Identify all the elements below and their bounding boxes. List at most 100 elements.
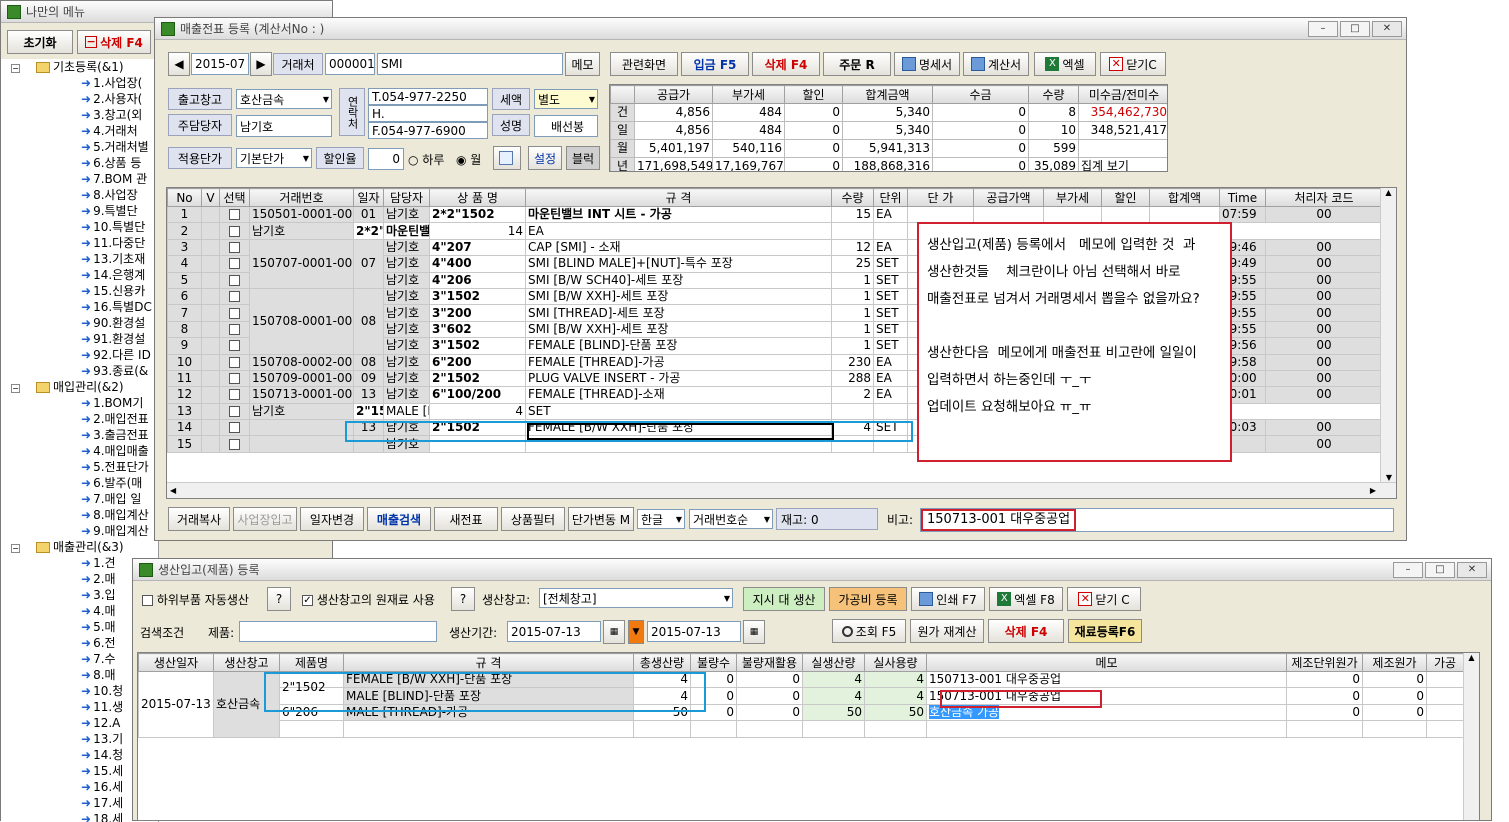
cell-prod[interactable]: 4"206 xyxy=(429,271,526,289)
cell-code[interactable]: 00 xyxy=(1265,271,1383,289)
help-button-2[interactable]: ? xyxy=(451,587,475,611)
cell-code[interactable]: 00 xyxy=(1265,386,1383,404)
tree-folder[interactable]: − 매입관리(&2) xyxy=(1,379,158,395)
cell-code[interactable]: 00 xyxy=(1265,304,1383,322)
cell-code[interactable]: 00 xyxy=(1265,435,1383,453)
row-checkbox[interactable] xyxy=(229,209,240,221)
cell-qty[interactable]: 4 xyxy=(429,402,526,421)
cell-qty[interactable]: 12 xyxy=(831,238,874,257)
grid-header[interactable]: 처리자 코드 xyxy=(1265,188,1383,207)
cell-spec[interactable]: 마운틴밸브 INT 시트 - 가공 xyxy=(525,205,832,224)
prod-grid-header[interactable]: 생산일자 xyxy=(138,653,214,672)
cell-v[interactable] xyxy=(201,304,220,322)
cell-no[interactable]: 4 xyxy=(167,255,202,273)
cell-day[interactable]: 08 xyxy=(353,287,384,355)
cell-empty[interactable] xyxy=(831,222,874,240)
cell-no[interactable]: 14 xyxy=(167,419,202,437)
cell-no[interactable]: 15 xyxy=(167,435,202,453)
prod-grid-header[interactable]: 실사용량 xyxy=(864,653,927,672)
table-row[interactable] xyxy=(139,720,1464,738)
prod-grid-header[interactable]: 메모 xyxy=(926,653,1287,672)
cell-code[interactable]: 00 xyxy=(1265,369,1383,388)
grid-header[interactable]: 공급가액 xyxy=(973,188,1044,207)
month-field[interactable]: 2015-07 xyxy=(191,53,249,75)
cell-select[interactable] xyxy=(219,271,250,289)
cell-mgr[interactable]: 남기호 xyxy=(383,287,430,306)
cell-empty[interactable] xyxy=(1426,703,1464,722)
cell-qty[interactable]: 1 xyxy=(831,337,874,355)
cell-no[interactable]: 11 xyxy=(167,369,202,388)
cell-v[interactable] xyxy=(201,386,220,404)
cell-spec[interactable]: SMI [BLIND MALE]+[NUT]-특수 포장 xyxy=(525,255,832,273)
grid-header[interactable]: No xyxy=(167,188,202,207)
cell-no[interactable]: 7 xyxy=(167,304,202,322)
cell-code[interactable]: 00 xyxy=(1265,320,1383,339)
row-checkbox[interactable] xyxy=(229,291,240,303)
cell-code[interactable]: 00 xyxy=(1265,287,1383,306)
warehouse-select[interactable]: 호산금속 xyxy=(236,89,332,109)
delete-slip-button[interactable]: 삭제 F4 xyxy=(752,52,820,76)
calendar-to-button[interactable]: ▦ xyxy=(743,620,765,644)
cell-prod[interactable]: 3"1502 xyxy=(429,287,526,306)
cell-qty[interactable]: 25 xyxy=(831,255,874,273)
cell-v[interactable] xyxy=(201,419,220,437)
cell-empty[interactable] xyxy=(873,402,908,421)
cell-prod[interactable]: 3"602 xyxy=(429,320,526,339)
tree-item[interactable]: ➜ 92.다른 ID xyxy=(1,347,158,363)
cell-no[interactable]: 3 xyxy=(167,238,202,257)
prod-grid-header[interactable]: 불량수 xyxy=(690,653,737,672)
cell-unitcost[interactable]: 0 xyxy=(1286,670,1363,689)
grid-header[interactable]: 선택 xyxy=(219,188,250,207)
cell-mgr[interactable]: 남기호 xyxy=(383,205,430,224)
cell-empty[interactable] xyxy=(1286,720,1363,738)
cell-empty[interactable] xyxy=(1426,720,1464,738)
settings-button[interactable]: 설정 xyxy=(528,146,562,170)
row-checkbox[interactable] xyxy=(229,356,240,368)
cell-txn[interactable]: 150501-0001-00 xyxy=(249,205,354,224)
tree-item[interactable]: ➜ 16.특별DC xyxy=(1,299,158,315)
cell-no[interactable]: 10 xyxy=(167,353,202,371)
cell-unit[interactable]: SET xyxy=(873,337,908,355)
auto-produce-checkbox[interactable]: 하위부품 자동생산 xyxy=(142,591,249,608)
tree-item[interactable]: ➜ 15.신용카 xyxy=(1,283,158,299)
cell-mgr[interactable]: 남기호 xyxy=(383,255,430,273)
cell-mgr[interactable]: 남기호 xyxy=(383,304,430,322)
collapse-icon[interactable]: − xyxy=(11,384,20,393)
cell-v[interactable] xyxy=(201,222,220,240)
cell-prod[interactable]: 4"207 xyxy=(429,238,526,257)
row-checkbox[interactable] xyxy=(229,405,240,417)
manager-field[interactable]: 남기호 xyxy=(236,115,332,137)
cell-mgr[interactable]: 남기호 xyxy=(383,271,430,289)
radio-day[interactable]: ○ 하루 xyxy=(408,151,444,168)
cell-select[interactable] xyxy=(219,320,250,339)
new-slip-button[interactable]: 새전표 xyxy=(434,507,498,531)
cell-unit[interactable]: EA xyxy=(525,222,832,240)
cell-spec[interactable]: SMI [B/W XXH]-세트 포장 xyxy=(525,320,832,339)
cell-cost[interactable]: 0 xyxy=(1362,703,1427,722)
cell-empty[interactable] xyxy=(1101,205,1150,224)
menu-delete-button[interactable]: − 삭제 F4 xyxy=(77,30,151,54)
tree-item[interactable]: ➜ 3.출금전표 xyxy=(1,427,158,443)
tree-item[interactable]: ➜ 90.환경설 xyxy=(1,315,158,331)
collapse-icon[interactable]: − xyxy=(11,64,20,73)
grid-header[interactable]: 담당자 xyxy=(383,188,430,207)
cell-no[interactable]: 13 xyxy=(167,402,202,421)
instruction-vs-production-button[interactable]: 지시 대 생산 xyxy=(743,587,825,611)
radio-month[interactable]: ◉ 월 xyxy=(456,151,481,168)
tree-item[interactable]: ➜ 9.특별단 xyxy=(1,203,158,219)
period-toggle-button[interactable]: ▼ xyxy=(628,620,644,644)
cell-day[interactable]: 13 xyxy=(353,386,384,404)
cell-v[interactable] xyxy=(201,255,220,273)
cell-unit[interactable]: EA xyxy=(873,205,908,224)
tree-item[interactable]: ➜ 8.사업장 xyxy=(1,187,158,203)
cell-cost[interactable]: 0 xyxy=(1362,670,1427,689)
cell-real[interactable]: 4 xyxy=(802,670,865,689)
cell-no[interactable]: 8 xyxy=(167,320,202,339)
product-search-field[interactable] xyxy=(239,621,437,642)
cell-empty[interactable] xyxy=(873,222,908,240)
cell-time[interactable]: 07:59 xyxy=(1219,205,1266,224)
reset-button[interactable]: 초기화 xyxy=(7,30,73,54)
cell-v[interactable] xyxy=(201,287,220,306)
tree-item[interactable]: ➜ 4.매입매출 xyxy=(1,443,158,459)
cell-unit[interactable]: EA xyxy=(873,353,908,371)
